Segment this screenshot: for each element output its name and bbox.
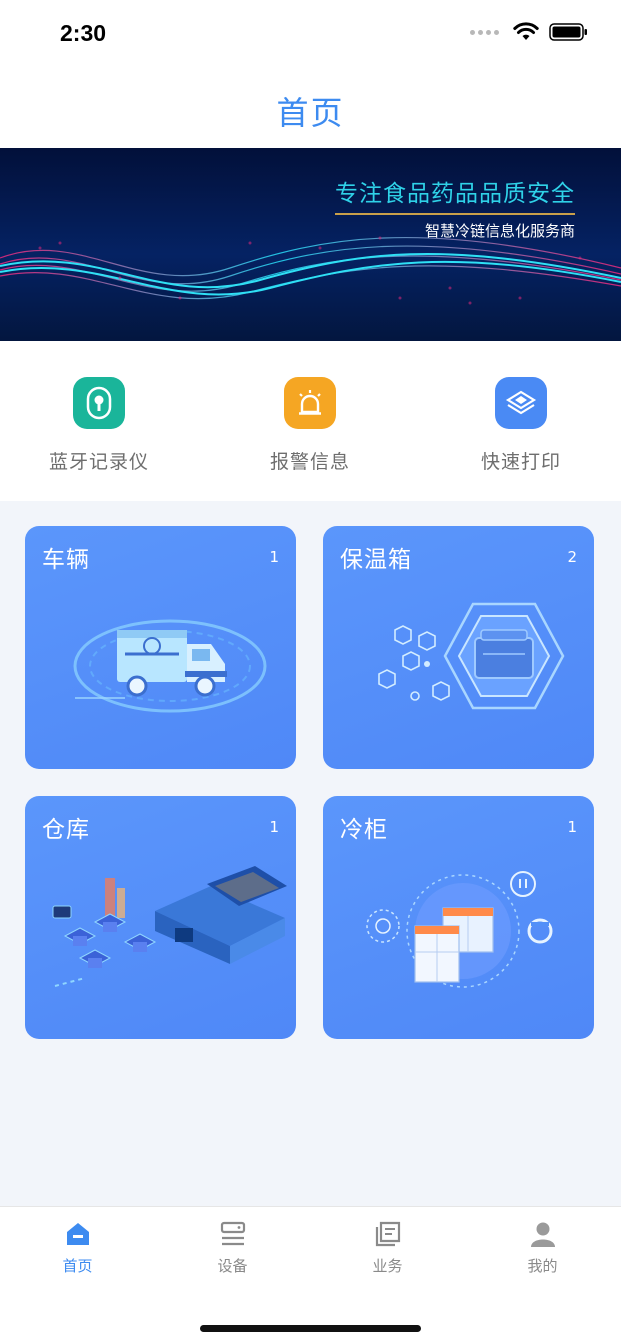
status-time: 2:30 — [60, 20, 107, 46]
card-count-badge: 2 — [567, 548, 577, 566]
home-icon — [66, 1223, 89, 1245]
card-title: 保温箱 — [340, 547, 412, 573]
banner-subline: 智慧冷链信息化服务商 — [424, 222, 575, 240]
card-vehicle[interactable]: 车辆 1 — [25, 526, 296, 769]
tab-label: 设备 — [217, 1257, 248, 1275]
card-count-badge: 1 — [269, 818, 279, 836]
signal-icon — [470, 29, 499, 35]
print-layers-icon — [495, 377, 547, 429]
quick-action-label: 报警信息 — [269, 451, 350, 473]
card-count-badge: 1 — [567, 818, 577, 836]
tab-device[interactable]: 设备 — [155, 1219, 310, 1276]
card-title: 车辆 — [42, 547, 90, 573]
quick-actions: 蓝牙记录仪 报警信息 快速打印 — [0, 341, 621, 501]
device-grid: 车辆 1 保温箱 2 仓库 1 冷柜 1 — [0, 501, 621, 1206]
page-title: 首页 — [276, 94, 345, 132]
card-title: 仓库 — [42, 817, 90, 843]
card-warehouse[interactable]: 仓库 1 — [25, 796, 296, 1039]
card-count-badge: 1 — [269, 548, 279, 566]
card-insulated-box[interactable]: 保温箱 2 — [323, 526, 594, 769]
alarm-icon — [284, 377, 336, 429]
quick-action-label: 快速打印 — [480, 451, 561, 473]
business-icon — [375, 1221, 400, 1247]
profile-icon — [530, 1222, 555, 1247]
tab-business[interactable]: 业务 — [310, 1219, 465, 1276]
wifi-icon — [513, 22, 539, 40]
hero-banner[interactable]: 专注食品药品品质安全 智慧冷链信息化服务商 — [0, 148, 621, 341]
status-icons — [470, 22, 589, 42]
quick-action-bluetooth-logger[interactable]: 蓝牙记录仪 — [9, 377, 189, 474]
tab-profile[interactable]: 我的 — [465, 1219, 620, 1276]
quick-action-alarm[interactable]: 报警信息 — [220, 377, 400, 474]
tab-label: 我的 — [527, 1257, 558, 1275]
quick-action-print[interactable]: 快速打印 — [431, 377, 611, 474]
banner-headline: 专注食品药品品质安全 — [335, 174, 575, 215]
tab-label: 首页 — [62, 1257, 93, 1275]
device-icon — [220, 1221, 245, 1246]
tab-bar: 首页 设备 业务 我的 — [0, 1206, 621, 1344]
tab-home[interactable]: 首页 — [0, 1219, 155, 1276]
battery-icon — [549, 23, 587, 41]
card-freezer[interactable]: 冷柜 1 — [323, 796, 594, 1039]
tab-label: 业务 — [372, 1257, 403, 1275]
card-title: 冷柜 — [340, 817, 388, 843]
home-indicator — [200, 1325, 421, 1332]
bluetooth-logger-icon — [73, 377, 125, 429]
quick-action-label: 蓝牙记录仪 — [48, 451, 149, 473]
status-bar: 2:30 — [0, 0, 621, 70]
